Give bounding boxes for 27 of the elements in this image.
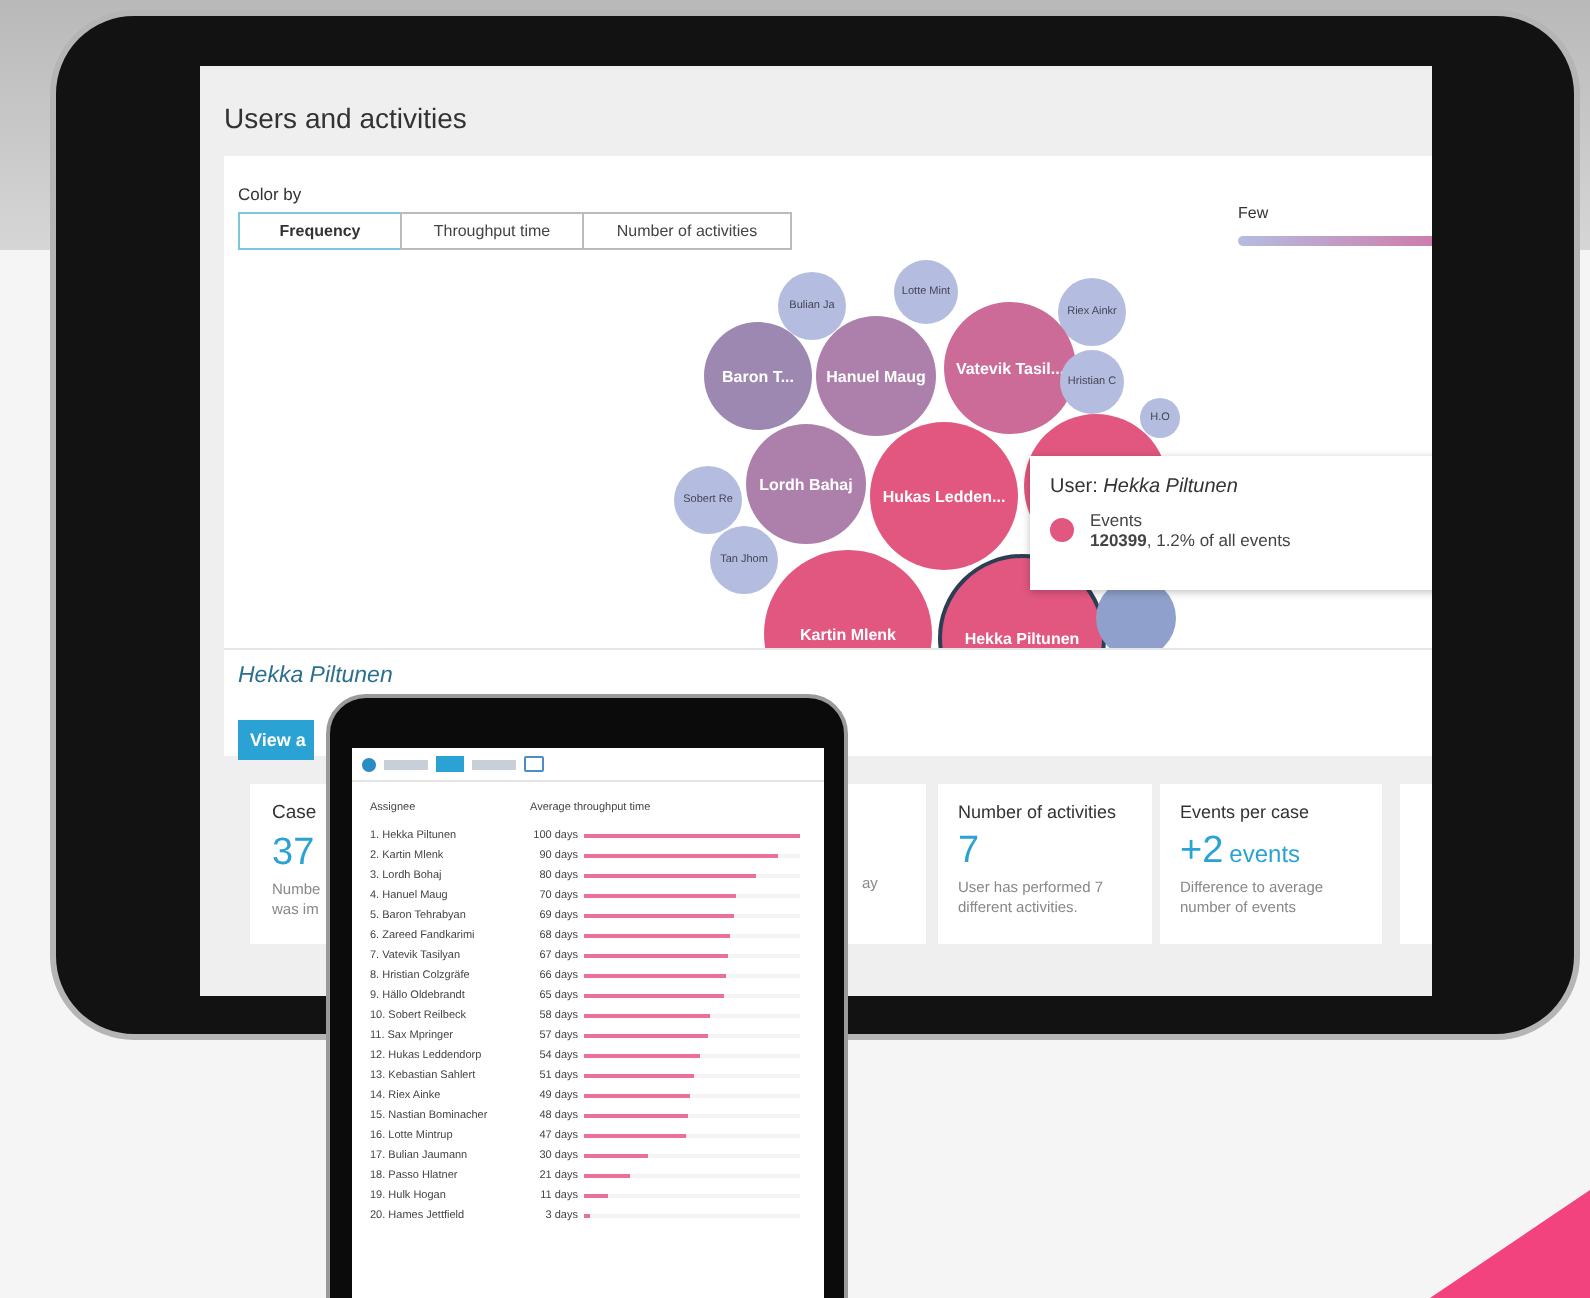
segment-tab[interactable]: Throughput time xyxy=(400,212,584,250)
card-title: Number of activities xyxy=(958,802,1119,822)
card-unit: events xyxy=(1229,840,1301,868)
card-value: 7 xyxy=(958,830,980,872)
bubble[interactable]: Kartin Mlenk xyxy=(764,550,932,648)
color-by-label: Color by xyxy=(238,184,302,204)
card-title: Case xyxy=(272,802,317,824)
bubble[interactable]: Baron T... xyxy=(704,322,812,430)
metric-label: Events xyxy=(1090,510,1144,530)
bubble[interactable]: Hukas Ledden... xyxy=(870,422,1018,570)
bubble[interactable]: Lordh Bahaj xyxy=(746,424,866,544)
view-button[interactable]: View a xyxy=(238,720,314,760)
tooltip-title: User: Hekka Piltunen xyxy=(1050,476,1240,498)
segment-tab[interactable]: Frequency xyxy=(238,212,402,250)
download-icon[interactable] xyxy=(524,756,544,772)
toolbar-block xyxy=(472,759,516,769)
card-value: 37 xyxy=(272,832,315,874)
legend-label: Few xyxy=(1238,204,1269,222)
page-title: Users and activities xyxy=(224,102,467,134)
logo-icon xyxy=(362,757,376,771)
metric-value: 120399, 1.2% of all events xyxy=(1090,530,1291,550)
toolbar-block xyxy=(384,759,428,769)
segment-tab[interactable]: Number of activities xyxy=(582,212,792,250)
bubble[interactable]: Hanuel Maug xyxy=(816,316,936,436)
user-name: Hekka Piltunen xyxy=(238,664,393,688)
card-title: Events per case xyxy=(1180,802,1312,822)
card-value: +2 xyxy=(1180,830,1224,872)
